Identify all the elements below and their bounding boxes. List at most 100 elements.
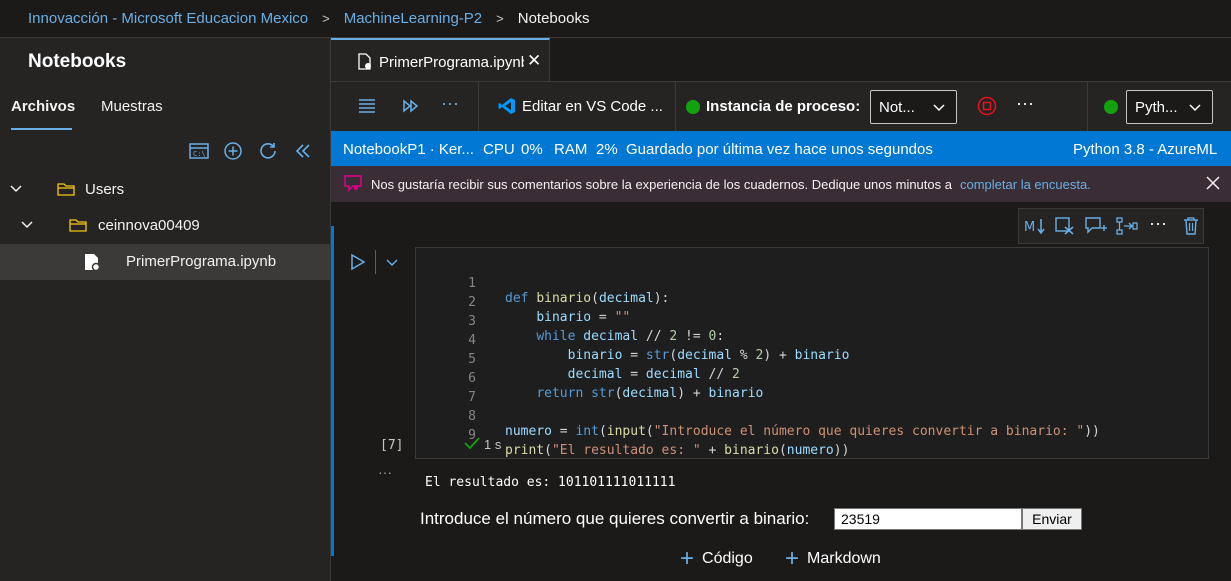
- close-icon[interactable]: [1206, 176, 1220, 193]
- feedback-banner: Nos gustaría recibir sus comentarios sob…: [331, 166, 1231, 202]
- feedback-survey-link[interactable]: completar la encuesta.: [960, 177, 1091, 192]
- notebook-area: M ··· 1 def binario(decimal): 2 binario …: [331, 202, 1231, 581]
- run-all-icon[interactable]: [402, 98, 420, 117]
- code-text: while decimal // 2 != 0:: [536, 329, 725, 344]
- breadcrumb-workspace[interactable]: Innovacción - Microsoft Educacion Mexico: [28, 10, 308, 27]
- add-file-icon[interactable]: [222, 140, 244, 162]
- collapse-cell-icon[interactable]: [385, 256, 399, 272]
- editor-tab-bar: PrimerPrograma.ipynb ✕: [331, 37, 1231, 82]
- code-line: 5 decimal = decimal // 2: [416, 337, 740, 382]
- folder-icon: [57, 182, 75, 200]
- input-prompt-field[interactable]: [834, 508, 1022, 530]
- code-cell-editor[interactable]: 1 def binario(decimal): 2 binario = "" 3…: [415, 247, 1209, 459]
- code-line: 3 while decimal // 2 != 0:: [416, 299, 724, 344]
- compute-status-icon: [686, 100, 700, 114]
- plus-icon: +: [680, 545, 695, 572]
- breadcrumb-project[interactable]: MachineLearning-P2: [344, 10, 482, 27]
- delete-cell-icon[interactable]: [1183, 217, 1199, 238]
- plus-icon: +: [785, 545, 800, 572]
- split-cell-icon[interactable]: [1116, 217, 1138, 238]
- compute-select[interactable]: Not...: [870, 90, 957, 124]
- refresh-icon[interactable]: [257, 140, 279, 162]
- breadcrumb-separator: >: [496, 11, 504, 26]
- status-kernel: Python 3.8 - AzureML: [1073, 141, 1218, 158]
- execution-duration: 1 s: [484, 437, 502, 452]
- status-cpu-label: CPU: [483, 141, 515, 158]
- tab-label: PrimerPrograma.ipynb: [379, 54, 524, 71]
- chevron-down-icon[interactable]: [9, 182, 23, 200]
- code-line: 6 return str(decimal) + binario: [416, 356, 763, 401]
- tab-primerprograma[interactable]: PrimerPrograma.ipynb ✕: [331, 38, 550, 82]
- code-line: 9 print("El resultado es: " + binario(nu…: [416, 413, 849, 458]
- status-ram-value: 2%: [596, 141, 618, 158]
- folder-icon: [69, 218, 87, 236]
- tree-item-primerprograma[interactable]: PrimerPrograma.ipynb: [0, 244, 330, 280]
- checkmark-icon: [464, 436, 480, 453]
- code-text: numero = int(input("Introduce el número …: [505, 424, 1100, 439]
- more-options-icon[interactable]: ···: [1016, 93, 1034, 114]
- code-line: 7: [416, 375, 476, 405]
- breadcrumb-separator: >: [322, 11, 330, 26]
- code-text: print("El resultado es: " + binario(nume…: [505, 443, 850, 458]
- status-saved: Guardado por última vez hace unos segund…: [626, 141, 933, 158]
- tree-item-label: ceinnova00409: [98, 217, 200, 234]
- add-markdown-label: Markdown: [807, 550, 881, 567]
- code-text: def binario(decimal):: [505, 291, 670, 306]
- add-code-cell-button[interactable]: + Código: [680, 547, 753, 571]
- breadcrumb: Innovacción - Microsoft Educacion Mexico…: [0, 0, 1231, 37]
- collapse-sidebar-icon[interactable]: [292, 140, 314, 162]
- code-text: decimal = decimal // 2: [567, 367, 740, 382]
- compute-label: Instancia de proceso:: [706, 98, 861, 115]
- input-prompt-label: Introduce el número que quieres converti…: [420, 509, 810, 528]
- code-line: 4 binario = str(decimal % 2) + binario: [416, 318, 849, 363]
- compute-select-value: Not...: [879, 99, 915, 116]
- breadcrumb-current: Notebooks: [517, 10, 590, 27]
- chevron-down-icon[interactable]: [20, 218, 34, 236]
- terminal-icon[interactable]: C:\: [188, 140, 210, 162]
- feedback-icon: [344, 175, 364, 196]
- close-icon[interactable]: ✕: [527, 51, 541, 71]
- notebook-file-icon: [84, 253, 101, 275]
- status-cpu-value: 0%: [521, 141, 543, 158]
- stop-compute-icon[interactable]: [977, 96, 997, 119]
- tab-archivos[interactable]: Archivos: [11, 98, 75, 115]
- svg-text:M: M: [1024, 220, 1035, 235]
- code-text: return str(decimal) + binario: [536, 386, 764, 401]
- code-line: 8 numero = int(input("Introduce el númer…: [416, 394, 1100, 439]
- tab-muestras[interactable]: Muestras: [101, 98, 163, 115]
- status-notebook: NotebookP1 · Ker...: [343, 141, 474, 158]
- status-ram-label: RAM: [554, 141, 588, 158]
- execution-count: [7]: [380, 438, 404, 453]
- active-tab-indicator: [11, 128, 72, 130]
- kernel-select[interactable]: Pyth...: [1126, 90, 1213, 124]
- edit-in-vscode-button[interactable]: Editar en VS Code ...: [522, 98, 663, 115]
- notebook-toolbar: ··· Editar en VS Code ... Instancia de p…: [331, 81, 1231, 132]
- tree-item-label: PrimerPrograma.ipynb: [126, 253, 277, 270]
- comment-icon[interactable]: [1085, 217, 1107, 238]
- markdown-toggle-icon[interactable]: M: [1024, 217, 1046, 238]
- code-line: 1 def binario(decimal):: [416, 261, 669, 306]
- sidebar-title: Notebooks: [28, 51, 127, 72]
- sidebar: Notebooks Archivos Muestras C:\ Users ce…: [0, 37, 331, 581]
- code-text: binario = str(decimal % 2) + binario: [567, 348, 850, 363]
- status-bar: NotebookP1 · Ker... CPU 0% RAM 2% Guarda…: [331, 131, 1231, 166]
- code-text: binario = "": [536, 310, 631, 325]
- vscode-icon: [498, 97, 516, 118]
- kernel-select-value: Pyth...: [1135, 99, 1178, 116]
- menu-icon[interactable]: [358, 97, 376, 118]
- cell-focus-indicator: [331, 226, 334, 556]
- more-options-icon[interactable]: ···: [441, 93, 459, 114]
- add-markdown-cell-button[interactable]: + Markdown: [785, 547, 881, 571]
- tree-item-users[interactable]: Users: [0, 172, 330, 208]
- output-more-icon[interactable]: ···: [378, 464, 392, 480]
- chevron-down-icon: [932, 101, 946, 118]
- more-options-icon[interactable]: ···: [1149, 213, 1167, 234]
- enviar-button[interactable]: Enviar: [1022, 508, 1082, 530]
- kernel-status-icon: [1104, 100, 1118, 114]
- cell-output-text: El resultado es: 101101111011111: [425, 475, 676, 490]
- cell-toolbar: M ···: [1018, 208, 1204, 244]
- tree-item-ceinnova00409[interactable]: ceinnova00409: [0, 208, 330, 244]
- tree-item-label: Users: [85, 181, 125, 198]
- clear-output-icon[interactable]: [1055, 217, 1075, 238]
- run-cell-icon[interactable]: [350, 253, 366, 274]
